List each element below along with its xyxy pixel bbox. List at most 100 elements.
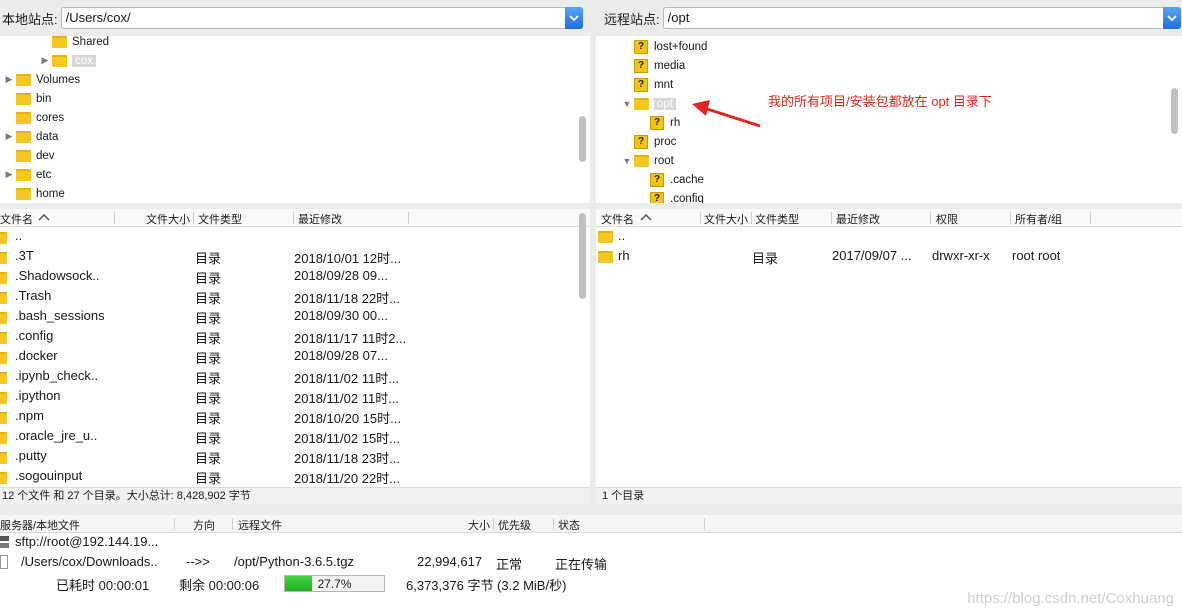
col-header-size[interactable]: 文件大小 <box>704 211 748 227</box>
chevron-down-icon[interactable] <box>1162 7 1181 29</box>
expand-arrow-icon[interactable]: ▶ <box>2 131 16 142</box>
file-name: .npm <box>15 408 44 423</box>
file-name: .config <box>15 328 54 343</box>
local-file-list[interactable]: 文件名 文件大小 文件类型 最近修改 .. .3T 目录 2018/10/01 12时… <box>0 209 590 487</box>
file-modified: 2017/09/07 ... <box>832 248 912 263</box>
col-header-permissions[interactable]: 权限 <box>936 211 958 227</box>
transfer-bytes: 6,373,376 字节 (3.2 MiB/秒) <box>406 578 567 593</box>
table-row[interactable]: .oracle_jre_u.. 目录 2018/11/02 15时... <box>0 427 575 447</box>
tree-item[interactable]: ▼ root <box>620 151 674 170</box>
local-list-header[interactable]: 文件名 文件大小 文件类型 最近修改 <box>0 209 590 227</box>
table-row[interactable]: .putty 目录 2018/11/18 23时... <box>0 447 575 467</box>
table-row[interactable]: .Shadowsock.. 目录 2018/09/28 09... <box>0 267 575 287</box>
tree-item[interactable]: ▶ cox <box>38 51 96 70</box>
file-name: .Trash <box>15 288 52 303</box>
scrollbar-thumb[interactable] <box>579 116 586 162</box>
remote-tree-pane[interactable]: ? lost+found? media? mnt ▼ opt? rh? proc ▼ root?.… <box>596 36 1182 203</box>
folder-icon <box>0 372 7 384</box>
remote-status-text: 1 个目录 <box>602 490 645 502</box>
tree-item[interactable]: ▶ Volumes <box>2 70 80 89</box>
table-row[interactable]: .3T 目录 2018/10/01 12时... <box>0 247 575 267</box>
table-row[interactable]: .Trash 目录 2018/11/18 22时... <box>0 287 575 307</box>
table-row[interactable]: .. <box>0 227 575 247</box>
table-row[interactable]: .config 目录 2018/11/17 11时2... <box>0 327 575 347</box>
table-row[interactable]: .ipython 目录 2018/11/02 11时... <box>0 387 575 407</box>
expand-arrow-icon[interactable]: ▶ <box>2 169 16 180</box>
expand-arrow-icon[interactable]: ▼ <box>620 156 634 166</box>
file-modified: 2018/11/02 11时... <box>294 391 400 406</box>
sort-ascending-icon[interactable] <box>640 213 652 221</box>
file-type: 目录 <box>195 331 222 346</box>
tree-item[interactable]: ▼ opt <box>620 94 676 113</box>
folder-icon <box>598 231 613 243</box>
tree-item[interactable]: ? mnt <box>620 75 673 94</box>
queue-status: 正在传输 <box>555 557 608 572</box>
tree-item[interactable]: ? proc <box>620 132 676 151</box>
file-type: 目录 <box>195 471 222 486</box>
tree-item[interactable]: ? .cache <box>636 170 704 189</box>
table-row[interactable]: .bash_sessions 目录 2018/09/30 00... <box>0 307 575 327</box>
table-row[interactable]: rh 目录 2017/09/07 ... drwxr-xr-x root root <box>596 247 1182 267</box>
queue-file-row[interactable]: /Users/cox/Downloads.. -->> /opt/Python-… <box>0 553 1182 573</box>
tree-item[interactable]: ? .config <box>636 189 704 203</box>
folder-icon <box>16 168 31 181</box>
tree-item[interactable]: cores <box>2 108 64 127</box>
remote-path-combo[interactable]: /opt <box>662 7 1181 29</box>
expand-arrow-icon[interactable]: ▼ <box>620 99 634 109</box>
queue-col-size[interactable]: 大小 <box>468 517 490 533</box>
tree-item[interactable]: home <box>2 184 65 203</box>
tree-item[interactable]: Shared <box>38 36 109 51</box>
sort-ascending-icon[interactable] <box>38 213 50 221</box>
queue-col-server[interactable]: 服务器/本地文件 <box>0 517 80 533</box>
tree-item[interactable]: ▶ etc <box>2 165 51 184</box>
table-row[interactable]: .. <box>596 227 1182 247</box>
col-header-name[interactable]: 文件名 <box>0 211 33 227</box>
tree-item[interactable]: ? rh <box>636 113 680 132</box>
queue-col-remote[interactable]: 远程文件 <box>238 517 282 533</box>
queue-col-priority[interactable]: 优先级 <box>498 517 531 533</box>
unknown-icon: ? <box>634 58 648 73</box>
tree-item[interactable]: bin <box>2 89 51 108</box>
tree-item[interactable]: ▶ data <box>2 127 58 146</box>
expand-arrow-icon[interactable]: ▶ <box>38 55 52 66</box>
remote-list-header[interactable]: 文件名 文件大小 文件类型 最近修改 权限 所有者/组 <box>596 209 1182 227</box>
table-row[interactable]: .docker 目录 2018/09/28 07... <box>0 347 575 367</box>
queue-local-file: /Users/cox/Downloads.. <box>21 554 158 569</box>
scrollbar-thumb[interactable] <box>1171 88 1178 134</box>
table-row[interactable]: .ipynb_check.. 目录 2018/11/02 11时... <box>0 367 575 387</box>
tree-item[interactable]: dev <box>2 146 55 165</box>
col-header-type[interactable]: 文件类型 <box>755 211 799 227</box>
queue-col-direction[interactable]: 方向 <box>193 517 215 533</box>
col-header-name[interactable]: 文件名 <box>601 211 634 227</box>
queue-server-row[interactable]: sftp://root@192.144.19... <box>0 533 1182 553</box>
scrollbar-thumb[interactable] <box>579 213 586 299</box>
file-name: .3T <box>15 248 34 263</box>
tree-item[interactable]: ? lost+found <box>620 37 707 56</box>
folder-icon <box>634 97 649 110</box>
file-type: 目录 <box>195 311 222 326</box>
file-modified: 2018/09/30 00... <box>294 308 388 323</box>
folder-icon <box>0 452 7 464</box>
col-header-size[interactable]: 文件大小 <box>146 211 190 227</box>
queue-header[interactable]: 服务器/本地文件 方向 远程文件 大小 优先级 状态 <box>0 515 1182 533</box>
elapsed-time: 已耗时 00:00:01 <box>56 578 150 593</box>
local-path-combo[interactable]: /Users/cox/ <box>60 7 583 29</box>
col-header-modified[interactable]: 最近修改 <box>298 211 342 227</box>
col-header-owner[interactable]: 所有者/组 <box>1015 211 1062 227</box>
chevron-down-icon[interactable] <box>564 7 583 29</box>
local-status-text: 12 个文件 和 27 个目录。大小总计: 8,428,902 字节 <box>2 490 251 502</box>
table-row[interactable]: .sogouinput 目录 2018/11/20 22时... <box>0 467 575 487</box>
local-tree-pane[interactable]: Shared ▶ cox ▶ Volumes bin cores ▶ data dev ▶ etc ho… <box>0 36 590 203</box>
col-header-modified[interactable]: 最近修改 <box>836 211 880 227</box>
queue-col-status[interactable]: 状态 <box>558 517 580 533</box>
remote-file-list[interactable]: 文件名 文件大小 文件类型 最近修改 权限 所有者/组 .. rh 目录 2017/0… <box>596 209 1182 487</box>
tree-item[interactable]: ? media <box>620 56 685 75</box>
table-row[interactable]: .npm 目录 2018/10/20 15时... <box>0 407 575 427</box>
tree-item-label: .config <box>670 192 704 204</box>
file-icon <box>0 555 8 569</box>
expand-arrow-icon[interactable]: ▶ <box>2 74 16 85</box>
local-path-value[interactable]: /Users/cox/ <box>66 10 131 25</box>
remote-path-value[interactable]: /opt <box>668 10 690 25</box>
file-name: .ipynb_check.. <box>15 368 99 383</box>
col-header-type[interactable]: 文件类型 <box>198 211 242 227</box>
